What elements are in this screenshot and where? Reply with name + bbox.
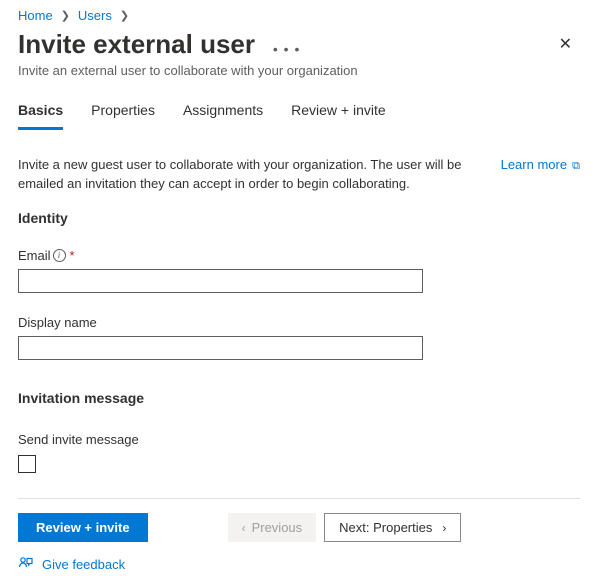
info-icon[interactable]: i — [53, 249, 66, 262]
send-invite-checkbox[interactable] — [18, 455, 36, 473]
identity-heading: Identity — [0, 202, 598, 226]
chevron-right-icon: ❯ — [61, 9, 70, 22]
tab-assignments[interactable]: Assignments — [183, 96, 263, 130]
close-icon: ✕ — [559, 36, 572, 53]
display-name-label: Display name — [18, 315, 580, 330]
footer: Review + invite ‹ Previous Next: Propert… — [18, 498, 580, 572]
previous-button: ‹ Previous — [228, 513, 317, 542]
next-properties-button[interactable]: Next: Properties › — [324, 513, 461, 542]
email-field[interactable] — [18, 269, 423, 293]
review-invite-button[interactable]: Review + invite — [18, 513, 148, 542]
invitation-heading: Invitation message — [0, 360, 598, 406]
chevron-right-icon: ❯ — [120, 9, 129, 22]
breadcrumb: Home ❯ Users ❯ — [0, 0, 598, 25]
tabs: Basics Properties Assignments Review + i… — [0, 96, 598, 130]
display-name-field-group: Display name — [0, 293, 598, 360]
next-button-text: Next: Properties — [339, 520, 432, 535]
learn-more-link[interactable]: Learn more ⧉ — [501, 156, 580, 194]
email-label: Email i * — [18, 248, 580, 263]
intro-description: Invite a new guest user to collaborate w… — [18, 156, 483, 194]
required-indicator: * — [70, 248, 75, 263]
intro-row: Invite a new guest user to collaborate w… — [0, 130, 598, 202]
give-feedback-link[interactable]: Give feedback — [18, 556, 125, 572]
breadcrumb-users[interactable]: Users — [78, 8, 112, 23]
chevron-right-icon: › — [442, 521, 446, 535]
tab-properties[interactable]: Properties — [91, 96, 155, 130]
previous-button-text: Previous — [252, 520, 303, 535]
chevron-left-icon: ‹ — [242, 521, 246, 535]
send-invite-group: Send invite message — [0, 406, 598, 476]
send-invite-label: Send invite message — [18, 432, 580, 447]
give-feedback-text: Give feedback — [42, 557, 125, 572]
tab-review-invite[interactable]: Review + invite — [291, 96, 386, 130]
page-subtitle: Invite an external user to collaborate w… — [0, 61, 598, 96]
close-button[interactable]: ✕ — [551, 29, 580, 61]
display-name-field[interactable] — [18, 336, 423, 360]
breadcrumb-home[interactable]: Home — [18, 8, 53, 23]
page-title: Invite external user — [18, 29, 255, 60]
page-header: Invite external user • • • ✕ — [0, 25, 598, 61]
learn-more-text: Learn more — [501, 157, 567, 172]
email-label-text: Email — [18, 248, 51, 263]
footer-buttons: Review + invite ‹ Previous Next: Propert… — [18, 513, 580, 542]
email-field-group: Email i * — [0, 226, 598, 293]
more-actions-button[interactable]: • • • — [273, 41, 300, 57]
external-link-icon: ⧉ — [569, 160, 580, 172]
tab-basics[interactable]: Basics — [18, 96, 63, 130]
feedback-icon — [18, 556, 34, 572]
